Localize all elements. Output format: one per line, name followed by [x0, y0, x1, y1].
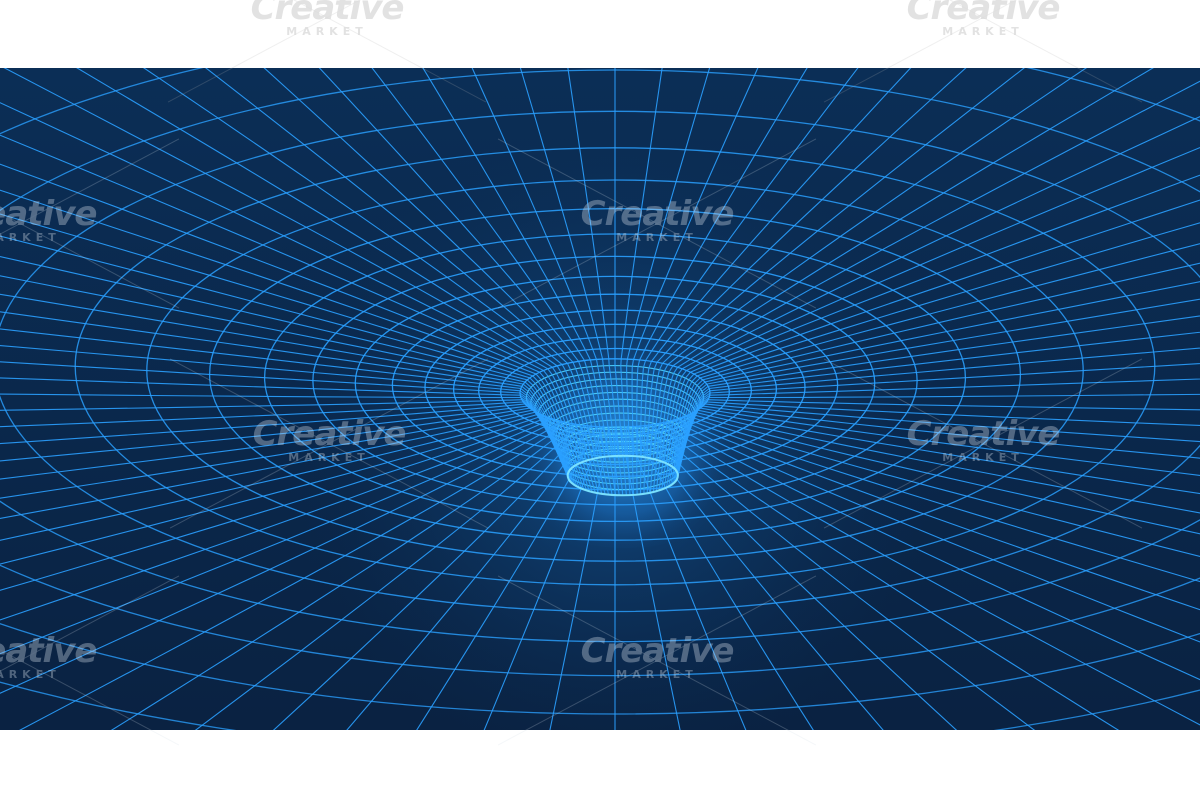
watermark-logo: Creative MARKET: [873, 0, 1093, 38]
image-canvas: Creative MARKET Creative MARKET Creative…: [0, 0, 1200, 800]
watermark-sub: MARKET: [286, 25, 368, 38]
watermark-sub: MARKET: [942, 25, 1024, 38]
watermark-word: Creative: [906, 0, 1061, 28]
watermark-logo: Creative MARKET: [217, 0, 437, 38]
watermark-word: Creative: [250, 0, 405, 28]
wormhole-artwork: [0, 68, 1200, 730]
wormhole-grid-illustration: [0, 68, 1200, 730]
